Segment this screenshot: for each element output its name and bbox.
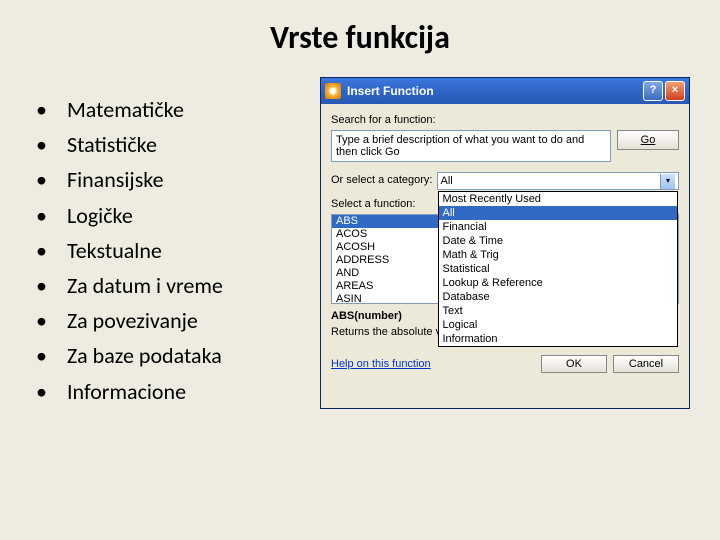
close-button[interactable]: × <box>665 81 685 101</box>
bullet-item: Statističke <box>30 127 223 162</box>
bullet-item: Tekstualne <box>30 233 223 268</box>
category-dropdown: Most Recently Used All Financial Date & … <box>438 191 679 347</box>
help-link[interactable]: Help on this function <box>331 358 431 370</box>
insert-function-dialog: Insert Function ? × Search for a functio… <box>320 77 690 409</box>
bullet-item: Za povezivanje <box>30 303 223 338</box>
dropdown-item[interactable]: Math & Trig <box>439 248 678 262</box>
dropdown-item[interactable]: Financial <box>439 220 678 234</box>
bullet-list: Matematičke Statističke Finansijske Logi… <box>30 67 223 409</box>
bullet-item: Finansijske <box>30 162 223 197</box>
category-label: Or select a category: <box>331 172 433 186</box>
dropdown-item[interactable]: Most Recently Used <box>439 192 678 206</box>
app-icon <box>325 83 341 99</box>
bullet-item: Matematičke <box>30 92 223 127</box>
bullet-item: Informacione <box>30 374 223 409</box>
category-select[interactable]: All ▾ Most Recently Used All Financial D… <box>437 172 680 190</box>
dropdown-item[interactable]: Lookup & Reference <box>439 276 678 290</box>
dropdown-item[interactable]: Database <box>439 290 678 304</box>
bullet-item: Logičke <box>30 198 223 233</box>
dropdown-item[interactable]: Statistical <box>439 262 678 276</box>
search-label: Search for a function: <box>331 114 679 126</box>
go-button[interactable]: Go <box>617 130 679 150</box>
dialog-title: Insert Function <box>347 84 641 98</box>
dropdown-item[interactable]: Text <box>439 304 678 318</box>
chevron-down-icon: ▾ <box>660 174 675 189</box>
titlebar: Insert Function ? × <box>321 78 689 104</box>
bullet-item: Za baze podataka <box>30 338 223 373</box>
dropdown-item[interactable]: All <box>439 206 678 220</box>
slide-title: Vrste funkcija <box>0 0 720 67</box>
ok-button[interactable]: OK <box>541 355 607 373</box>
dropdown-item[interactable]: Date & Time <box>439 234 678 248</box>
dropdown-item[interactable]: Information <box>439 332 678 346</box>
bullet-item: Za datum i vreme <box>30 268 223 303</box>
cancel-button[interactable]: Cancel <box>613 355 679 373</box>
category-value: All <box>441 175 453 187</box>
dropdown-item[interactable]: Logical <box>439 318 678 332</box>
help-button[interactable]: ? <box>643 81 663 101</box>
search-input[interactable]: Type a brief description of what you wan… <box>331 130 611 162</box>
